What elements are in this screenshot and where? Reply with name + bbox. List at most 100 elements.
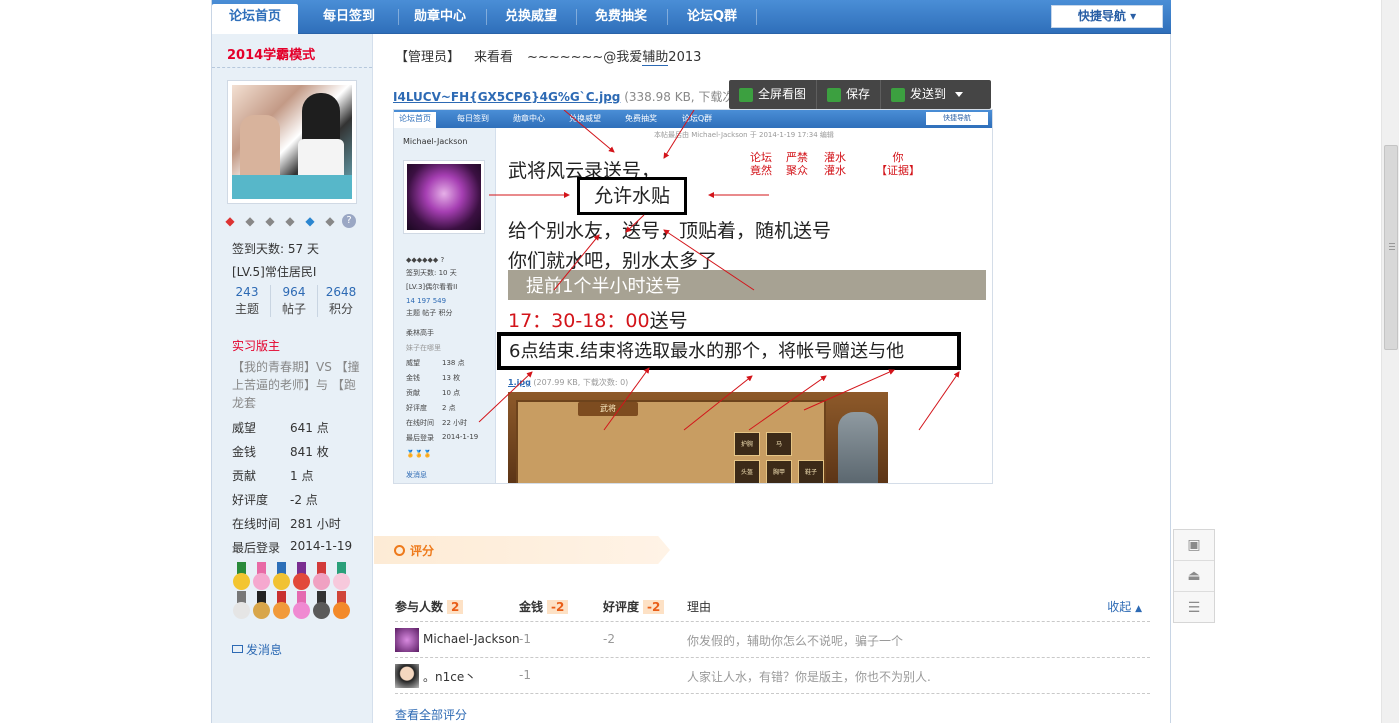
floating-toolbar: ▣ ⏏ ☰ [1173,529,1215,623]
image-field: 在线时间 22 小时 [406,418,486,428]
nav-tab-medals[interactable]: 勋章中心 [400,4,480,34]
nav-separator [486,9,487,25]
field-key: 金钱 [232,445,257,459]
medal-icon[interactable] [252,591,271,619]
nav-tab-lottery[interactable]: 免费抽奖 [580,4,662,34]
stat-label: 积分 [328,302,353,316]
silver-gem-icon: ◆ [285,214,295,228]
send-message-label: 发消息 [246,643,283,657]
rater-name-link[interactable]: 。n1ce丶 [423,668,476,685]
scrollbar-thumb[interactable] [1384,145,1398,350]
field-value: 641 点 [290,421,329,435]
field-key: 在线时间 [406,419,434,427]
rater-name-link[interactable]: Michael-Jackson [423,632,520,646]
save-button[interactable]: 保存 [817,80,882,109]
rating-row: Michael-Jackson -1 -2 你发假的，辅助你怎么不说呢，骗子一个 [395,622,1150,658]
fullscreen-button[interactable]: 全屏看图 [729,80,818,109]
back-to-top-icon: ⏏ [1187,568,1201,584]
stat-posts[interactable]: 964 帖子 [271,285,318,317]
image-time-tail: 送号 [649,310,688,332]
image-signature: 妹子在哪里 [406,344,441,352]
medal-icon[interactable] [272,562,291,590]
nav-tab-home[interactable]: 论坛首页 [212,4,298,34]
medal-icon[interactable] [292,591,311,619]
send-message-link[interactable]: 发消息 [232,641,282,658]
image-username: Michael-Jackson [403,137,468,146]
nav-tab-exchange[interactable]: 兑换威望 [490,4,572,34]
collapse-ratings-button[interactable]: 收起 ▲ [1107,598,1142,615]
medal-icon[interactable] [312,562,331,590]
comment-icon: ▣ [1187,537,1201,553]
scrollbar-grip [1389,249,1395,250]
user-level[interactable]: [LV.5]常住居民I [232,263,316,280]
attachment-filename-link[interactable]: I4LUCV~FH{GX5CP6}4G%G`C.jpg [393,90,620,104]
author-avatar[interactable] [227,80,357,204]
col-participants: 参与人数 2 [395,598,464,615]
back-to-top-button[interactable]: ⏏ [1174,561,1214,592]
nav-tab-qq-group[interactable]: 论坛Q群 [672,4,752,34]
field-reputation: 威望 641 点 [232,419,372,436]
medal-icon[interactable] [232,562,251,590]
medal-icon[interactable] [252,562,271,590]
send-to-button[interactable]: 发送到 [881,80,973,109]
user-stats: 243 主题 964 帖子 2648 积分 [224,285,364,317]
participants-count: 2 [447,600,464,614]
nav-separator [576,9,577,25]
stat-topics[interactable]: 243 主题 [224,285,271,317]
quick-nav-button[interactable]: 快捷导航 ▾ [1051,5,1163,28]
field-key: 金钱 [406,374,420,382]
medal-list [232,562,356,619]
image-nav-tab: 兑换威望 [569,114,601,123]
share-icon [891,87,906,102]
image-attachment-info: 1.jpg (207.99 KB, 下载次数: 0) [508,377,628,388]
view-all-ratings-link[interactable]: 查看全部评分 [395,706,467,723]
chevron-down-icon: ▾ [1130,9,1137,23]
medal-icon[interactable] [272,591,291,619]
image-badges: ◆◆◆◆◆◆ ? [406,256,445,264]
reply-button[interactable]: ▣ [1174,530,1214,561]
medal-icon[interactable] [332,562,351,590]
help-icon[interactable]: ? [342,214,356,228]
rating-table-header: 参与人数 2 金钱 -2 好评度 -2 理由 收起 ▲ [395,594,1150,622]
field-value: 10 点 [442,389,461,397]
col-reputation: 好评度 -2 [603,598,665,615]
field-key: 在线时间 [232,517,281,531]
medal-icon[interactable] [332,591,351,619]
image-sidebar: Michael-Jackson ◆◆◆◆◆◆ ? 签到天数: 10 天 [LV.… [394,128,496,483]
quick-nav-label: 快捷导航 [1077,9,1126,23]
medal-icon[interactable] [312,591,331,619]
medal-icon[interactable] [232,591,251,619]
field-value: 281 小时 [290,517,341,531]
image-highlight-band: 提前1个半小时送号 [508,270,986,300]
field-value: 2014-1-19 [442,433,479,441]
money-total: -2 [547,600,569,614]
vertical-scrollbar[interactable] [1381,0,1399,723]
post-role-tag: 【管理员】 [395,50,461,65]
chevron-up-icon: ▲ [1135,604,1142,614]
post-keyword-link[interactable]: 辅助 [642,50,669,66]
top-nav: 论坛首页 每日签到 勋章中心 兑换威望 免费抽奖 论坛Q群 快捷导航 ▾ [212,0,1171,34]
game-slot: 护腕 [734,432,760,456]
rater-avatar[interactable] [395,628,419,652]
field-key: 贡献 [232,469,257,483]
attached-screenshot-image[interactable]: 论坛首页 每日签到 勋章中心 兑换威望 免费抽奖 论坛Q群 快捷导航 Micha… [393,109,993,484]
list-button[interactable]: ☰ [1174,592,1214,623]
scrollbar-grip [1389,246,1395,247]
save-label: 保存 [846,87,871,101]
image-red-note: 你 【证据】 [876,151,920,177]
rater-avatar[interactable] [395,664,419,688]
stat-points[interactable]: 2648 积分 [318,285,364,317]
image-field: 贡献 10 点 [406,388,486,398]
game-slot: 胸甲 [766,460,792,483]
nav-tab-checkin[interactable]: 每日签到 [308,4,390,34]
medal-icon[interactable] [292,562,311,590]
col-reason: 理由 [687,600,712,614]
image-nav-tab: 论坛Q群 [681,114,713,123]
user-title: 实习版主 [232,339,281,353]
image-text-line: 给个别水友，送号，顶贴着，随机送号 [508,220,832,242]
image-sign-days: 签到天数: 10 天 [406,269,457,277]
image-nav-tab: 每日签到 [457,114,489,123]
author-username[interactable]: 2014学霸模式 [227,44,315,63]
field-value: 2014-1-19 [290,539,353,553]
game-slot: 头盔 [734,460,760,483]
